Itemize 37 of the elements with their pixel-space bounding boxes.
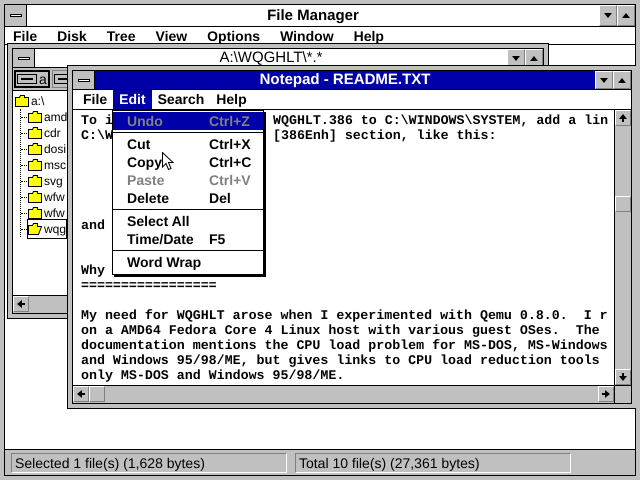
drive-button[interactable]: a <box>14 70 50 88</box>
menu-item[interactable]: Word Wrap <box>113 253 263 271</box>
status-field: Selected 1 file(s) (1,628 bytes) <box>11 452 287 472</box>
text-line: on a AMD64 Fedora Core 4 Linux host with various guest OSes. The <box>81 323 600 338</box>
menu-item[interactable]: File <box>77 90 114 109</box>
window-title: Notepad - README.TXT <box>258 71 432 89</box>
text-line: To i <box>81 113 113 128</box>
text-line: C:\W <box>81 128 113 143</box>
text-line: [386Enh] section, like this: <box>273 128 496 143</box>
menu-item[interactable]: Edit <box>113 90 152 109</box>
window-title: File Manager <box>266 6 360 26</box>
menu-item[interactable]: File <box>13 28 38 44</box>
text-line: Why <box>81 263 105 278</box>
menu-item[interactable]: Time/Date F5 <box>113 230 263 248</box>
menu-item[interactable]: Window <box>280 28 334 44</box>
text-line: documentation mentions the CPU load problem for MS-DOS, MS-Windows <box>81 338 608 353</box>
menu-item[interactable]: Cut Ctrl+X <box>113 135 263 153</box>
text-line: My need for WQGHLT arose when I experimented with Qemu 0.8.0. I r <box>81 308 608 323</box>
menu-item[interactable]: Tree <box>106 28 136 44</box>
menu-item[interactable]: Help <box>354 28 384 44</box>
text-line: and Windows 95/98/ME, but gives links to CPU load reduction tools <box>81 353 600 368</box>
text-line: and <box>81 218 105 233</box>
menu-item[interactable]: Copy Ctrl+C <box>113 153 263 171</box>
menu-item[interactable]: Help <box>210 90 253 109</box>
directory-node[interactable]: wqg <box>27 219 68 239</box>
text-line: ================= <box>81 278 217 293</box>
menu-item[interactable]: Search <box>152 90 210 109</box>
menu-item[interactable]: Disk <box>57 28 87 44</box>
menu-item[interactable]: Select All <box>113 212 263 230</box>
status-field: Total 10 file(s) (27,361 bytes) <box>295 452 571 472</box>
text-line: only MS-DOS and Windows 95/98/ME. <box>81 368 344 383</box>
window-title: A:\WQGHLT\*.* <box>218 49 324 67</box>
text-line: WQGHLT.386 to C:\WINDOWS\SYSTEM, add a lin <box>273 113 608 128</box>
menu-item[interactable]: Options <box>207 28 260 44</box>
directory-node[interactable]: a:\ <box>15 93 44 109</box>
menu-item[interactable]: View <box>156 28 188 44</box>
menu-item[interactable]: Delete Del <box>113 189 263 207</box>
